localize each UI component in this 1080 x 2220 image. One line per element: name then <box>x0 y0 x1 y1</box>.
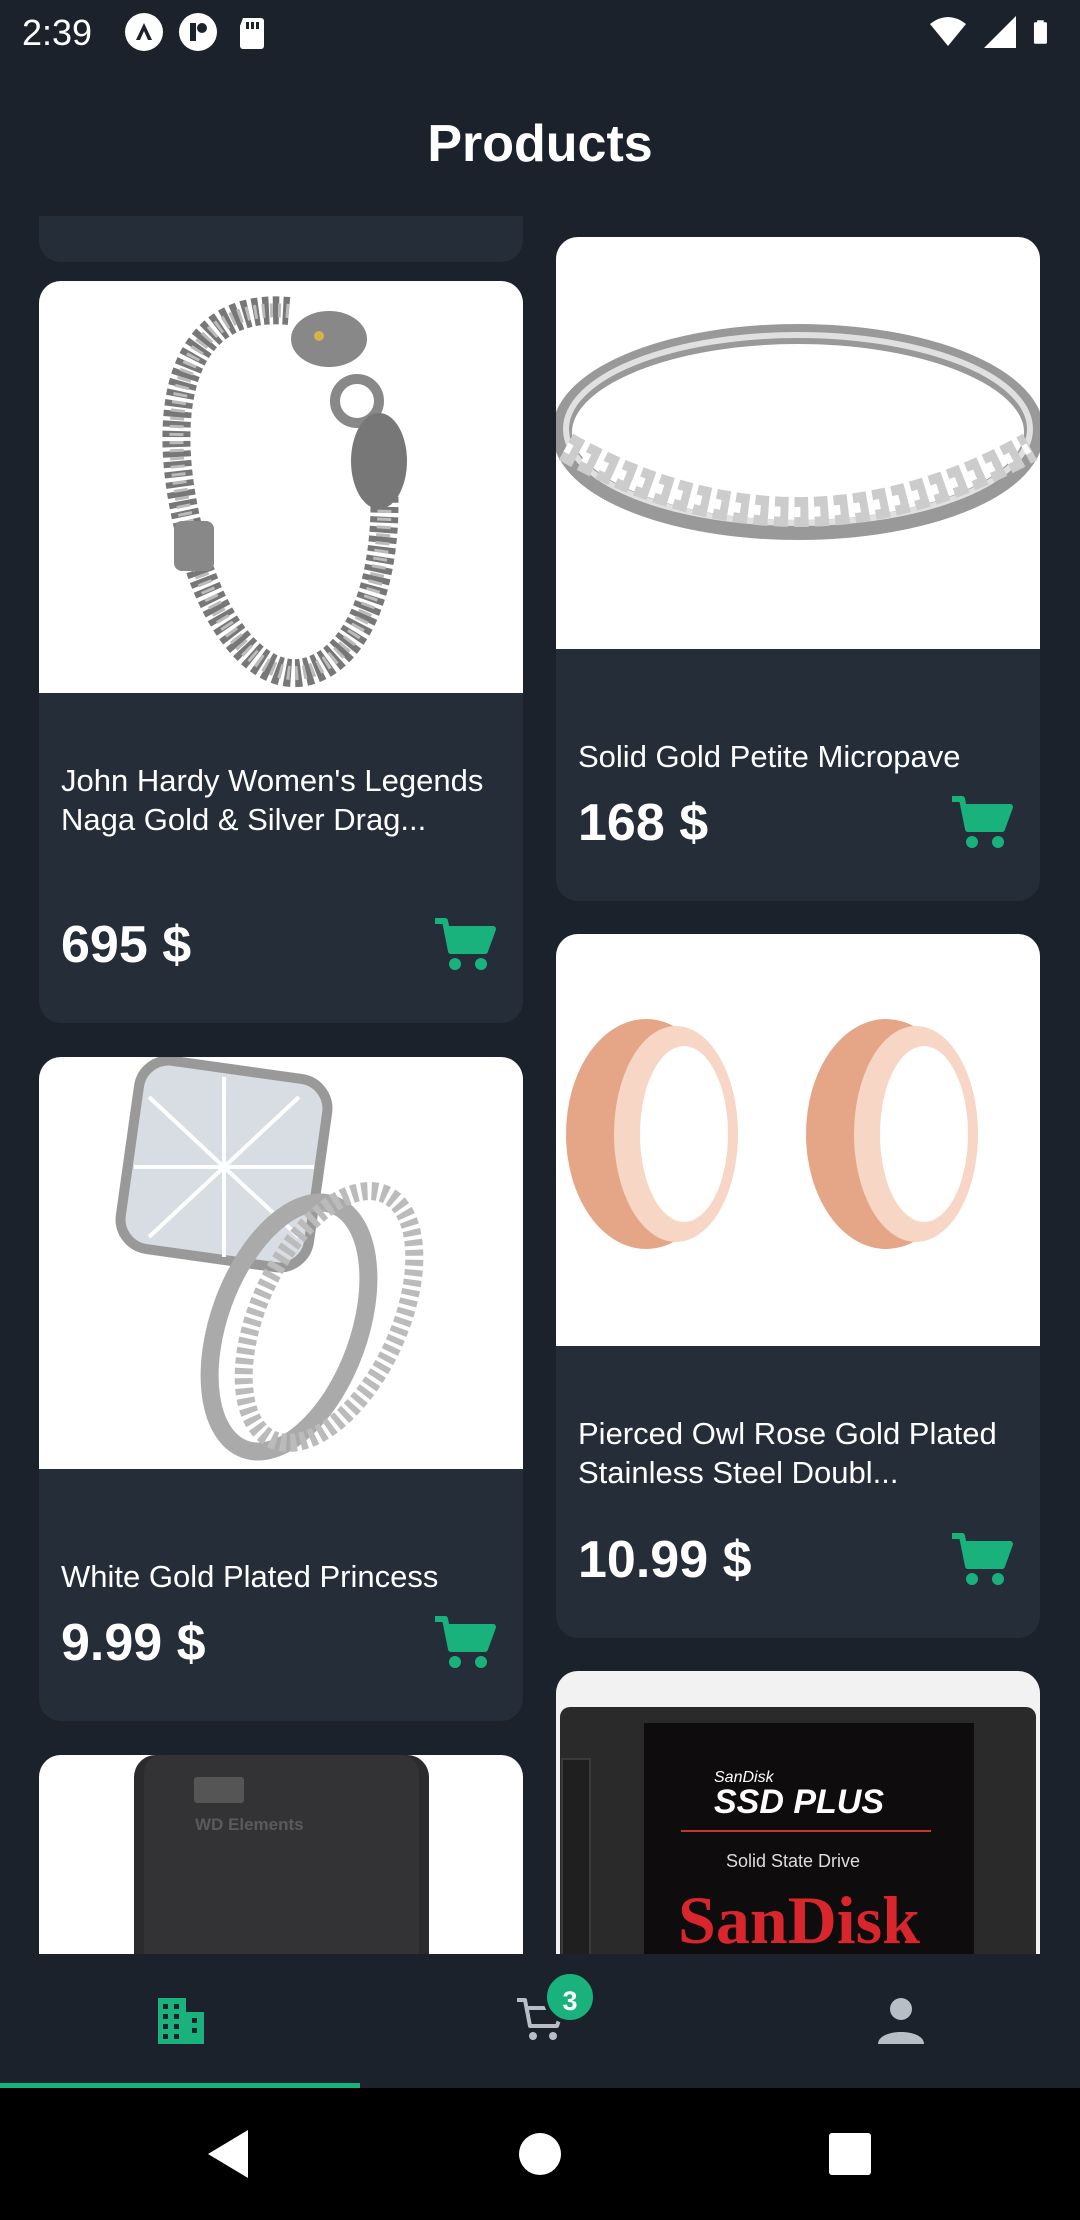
product-card[interactable]: White Gold Plated Princess 9.99 $ <box>39 1057 523 1721</box>
product-image[interactable] <box>39 281 523 693</box>
recents-icon[interactable] <box>820 2124 880 2184</box>
nav-item-cart[interactable]: 3 <box>360 1954 720 2088</box>
battery-icon <box>1033 20 1047 44</box>
nav-item-profile[interactable] <box>720 1954 1080 2088</box>
page-title: Products <box>427 115 653 173</box>
product-price: 10.99 $ <box>578 1531 752 1589</box>
product-grid[interactable]: John Hardy Women's Legends Naga Gold & S… <box>0 216 1080 1954</box>
hard-drive-label: WD Elements <box>195 1815 304 1834</box>
ssd-brand-large: SanDisk <box>678 1882 920 1954</box>
add-to-cart-icon[interactable] <box>950 1532 1014 1588</box>
engagement-ring-image <box>115 1057 424 1461</box>
ssd-model: SSD PLUS <box>714 1783 885 1821</box>
wifi-icon <box>930 17 966 46</box>
building-icon <box>158 1998 204 2044</box>
person-icon <box>878 1998 924 2044</box>
product-name: Pierced Owl Rose Gold Plated Stainless S… <box>578 1416 997 1490</box>
signal-icon <box>984 16 1016 48</box>
rose-gold-plugs-image <box>566 1019 978 1249</box>
nav-item-products[interactable] <box>0 1954 360 2088</box>
bracelet-image <box>162 296 407 687</box>
notification-icon <box>179 13 217 51</box>
ssd-type: Solid State Drive <box>726 1851 861 1871</box>
bottom-nav: 3 <box>0 1954 1080 2088</box>
add-to-cart-icon[interactable] <box>433 1615 497 1671</box>
product-name: White Gold Plated Princess <box>61 1559 439 1594</box>
product-card[interactable]: Pierced Owl Rose Gold Plated Stainless S… <box>556 934 1040 1638</box>
product-card[interactable]: John Hardy Women's Legends Naga Gold & S… <box>39 281 523 1023</box>
add-to-cart-icon[interactable] <box>950 795 1014 851</box>
product-card[interactable]: SanDisk SSD PLUS Solid State Drive SanDi… <box>556 1671 1040 1954</box>
product-card[interactable]: WD Elements <box>39 1755 523 1954</box>
product-name: Solid Gold Petite Micropave <box>578 739 961 774</box>
product-card-partial[interactable] <box>39 216 523 262</box>
status-time: 2:39 <box>22 12 93 53</box>
back-icon[interactable] <box>198 2124 258 2184</box>
cart-badge: 3 <box>543 1970 597 2024</box>
product-price: 695 $ <box>61 916 192 974</box>
app-header: Products <box>0 66 1080 216</box>
add-to-cart-icon[interactable] <box>433 917 497 973</box>
product-image[interactable]: SanDisk SSD PLUS Solid State Drive SanDi… <box>556 1671 1040 1954</box>
app-notification-icon <box>125 13 163 51</box>
home-icon[interactable] <box>510 2124 570 2184</box>
status-bar: 2:39 <box>0 0 1080 66</box>
product-image[interactable] <box>39 1057 523 1469</box>
hard-drive-image <box>134 1755 429 1954</box>
product-price: 9.99 $ <box>61 1614 206 1672</box>
product-name: John Hardy Women's Legends Naga Gold & S… <box>61 763 484 837</box>
system-navigation-bar <box>0 2088 1080 2220</box>
product-image[interactable]: WD Elements <box>39 1755 523 1954</box>
product-image[interactable] <box>556 237 1040 649</box>
product-price: 168 $ <box>578 794 709 852</box>
product-image[interactable] <box>556 934 1040 1346</box>
product-card[interactable]: Solid Gold Petite Micropave 168 $ <box>556 237 1040 901</box>
ring-image <box>556 324 1040 540</box>
sd-card-icon <box>240 18 264 49</box>
